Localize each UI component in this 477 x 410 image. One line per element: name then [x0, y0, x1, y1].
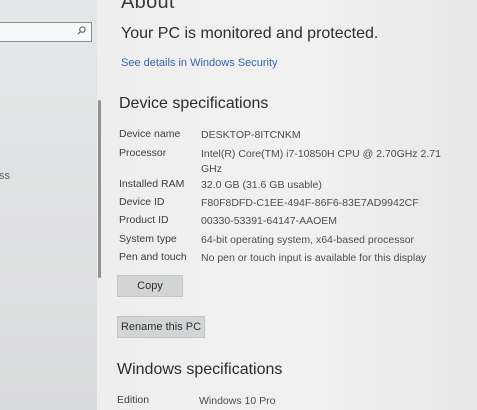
- windows-specs-heading: Windows specifications: [117, 361, 283, 378]
- page-title: About: [121, 0, 175, 13]
- spec-value: F80F8DFD-C1EE-494F-86F6-83E7AD9942CF: [201, 197, 419, 209]
- spec-value: Windows 10 Pro: [199, 395, 276, 407]
- spec-value: DESKTOP-8ITCNKM: [201, 129, 301, 141]
- rename-pc-button[interactable]: Rename this PC: [117, 316, 205, 338]
- spec-value: 00330-53391-64147-AAOEM: [201, 215, 338, 227]
- spec-value: 64-bit operating system, x64-based proce…: [201, 234, 415, 246]
- spec-label: Edition: [117, 394, 150, 406]
- spec-label: Processor: [119, 147, 167, 159]
- device-specs-heading: Device specifications: [119, 95, 269, 112]
- search-icon[interactable]: [77, 26, 86, 35]
- copy-button[interactable]: Copy: [117, 275, 183, 297]
- sidebar-item-label[interactable]: ss: [0, 170, 10, 182]
- spec-label: Device ID: [119, 196, 165, 208]
- spec-value: No pen or touch input is available for t…: [201, 252, 427, 264]
- spec-label: Installed RAM: [119, 178, 185, 190]
- protection-status-text: Your PC is monitored and protected.: [121, 25, 379, 42]
- spec-label: Product ID: [119, 214, 169, 226]
- spec-value: Intel(R) Core(TM) i7-10850H CPU @ 2.70GH…: [201, 148, 441, 175]
- spec-label: System type: [119, 233, 177, 245]
- spec-label: Pen and touch: [119, 251, 187, 263]
- settings-window: ss About Your PC is monitored and protec…: [0, 0, 477, 410]
- scrollbar[interactable]: [98, 100, 101, 278]
- spec-value: 32.0 GB (31.6 GB usable): [201, 179, 322, 191]
- settings-sidebar: ss: [0, 0, 97, 410]
- search-input[interactable]: [0, 22, 92, 42]
- security-details-link[interactable]: See details in Windows Security: [121, 57, 278, 69]
- spec-label: Device name: [119, 128, 181, 140]
